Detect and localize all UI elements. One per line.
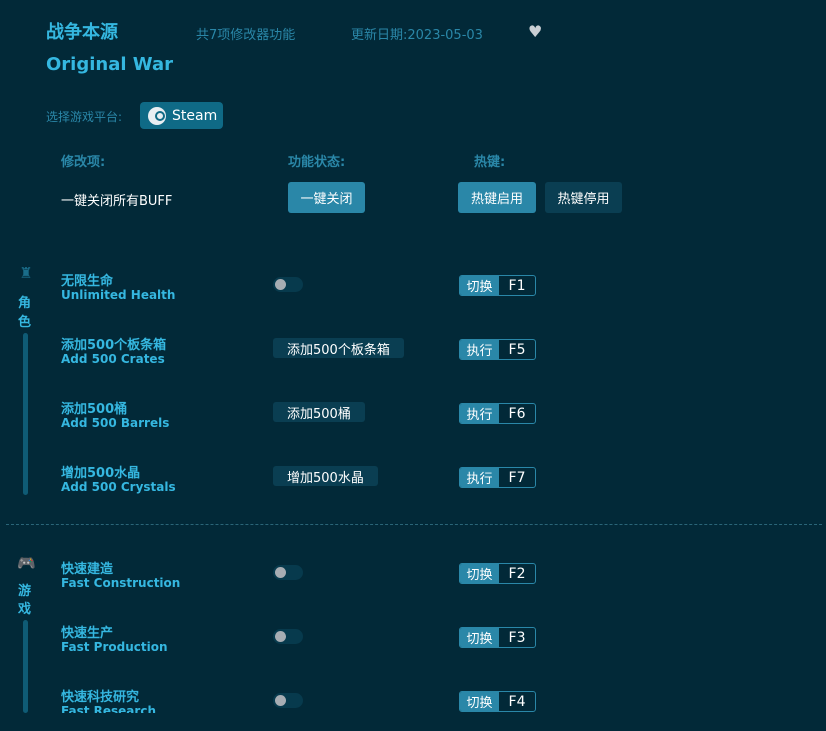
hotkey-key: F3 <box>499 628 535 647</box>
action-button[interactable]: 添加500桶 <box>273 402 365 422</box>
game-title-en: Original War <box>46 54 173 75</box>
item-name-en: Fast Construction <box>61 576 180 590</box>
section-label: 戏 <box>18 598 31 617</box>
section-scrollbar[interactable] <box>23 333 28 495</box>
item-name-en: Unlimited Health <box>61 288 175 302</box>
hotkey-key: F2 <box>499 564 535 583</box>
gamepad-icon: 🎮 <box>17 554 35 570</box>
item-name-en: Add 500 Crystals <box>61 480 176 494</box>
hotkey-box[interactable]: 执行F5 <box>459 339 536 360</box>
feature-toggle[interactable] <box>273 693 303 708</box>
hotkey-key: F1 <box>499 276 535 295</box>
hotkey-box[interactable]: 切换F3 <box>459 627 536 648</box>
action-button[interactable]: 增加500水晶 <box>273 466 378 486</box>
hotkey-box[interactable]: 切换F2 <box>459 563 536 584</box>
character-icon: ♜ <box>17 264 35 280</box>
feature-count: 共7项修改器功能 <box>196 24 295 43</box>
item-name-cn: 增加500水晶 <box>61 462 140 481</box>
column-item: 修改项: <box>61 151 105 170</box>
steam-icon <box>148 107 166 125</box>
close-all-button[interactable]: 一键关闭 <box>288 182 365 213</box>
item-name-cn: 快速建造 <box>61 558 113 577</box>
hotkey-disable-button[interactable]: 热键停用 <box>545 182 622 213</box>
hotkey-box[interactable]: 切换F1 <box>459 275 536 296</box>
item-name-cn: 无限生命 <box>61 270 113 289</box>
hotkey-mode: 执行 <box>460 404 499 423</box>
hotkey-mode: 执行 <box>460 340 499 359</box>
hotkey-box[interactable]: 执行F7 <box>459 467 536 488</box>
hotkey-box[interactable]: 执行F6 <box>459 403 536 424</box>
hotkey-mode: 切换 <box>460 564 499 583</box>
item-name-en: Add 500 Barrels <box>61 416 169 430</box>
steam-label: Steam <box>172 108 217 124</box>
heart-icon[interactable]: ♥ <box>528 22 542 41</box>
item-name-en: Fast Production <box>61 640 168 654</box>
feature-toggle[interactable] <box>273 277 303 292</box>
column-hotkey: 热键: <box>474 151 505 170</box>
hotkey-key: F4 <box>499 692 535 711</box>
section-label: 角 <box>18 292 31 311</box>
hotkey-box[interactable]: 切换F4 <box>459 691 536 712</box>
section-divider <box>6 524 822 525</box>
steam-platform-button[interactable]: Steam <box>140 102 223 129</box>
item-name-cn: 快速生产 <box>61 622 113 641</box>
section-scrollbar[interactable] <box>23 620 28 713</box>
feature-toggle[interactable] <box>273 629 303 644</box>
hotkey-mode: 切换 <box>460 628 499 647</box>
section-label: 色 <box>18 311 31 330</box>
hotkey-key: F7 <box>499 468 535 487</box>
hotkey-mode: 切换 <box>460 276 499 295</box>
section-label: 游 <box>18 580 31 599</box>
hotkey-mode: 切换 <box>460 692 499 711</box>
item-name-en: Add 500 Crates <box>61 352 165 366</box>
item-name-cn: 快速科技研究 <box>61 686 139 705</box>
feature-toggle[interactable] <box>273 565 303 580</box>
hotkey-mode: 执行 <box>460 468 499 487</box>
action-button[interactable]: 添加500个板条箱 <box>273 338 404 358</box>
bottom-mask <box>0 713 826 731</box>
close-all-buff-label: 一键关闭所有BUFF <box>61 190 172 209</box>
hotkey-enable-button[interactable]: 热键启用 <box>458 182 536 213</box>
item-name-cn: 添加500桶 <box>61 398 127 417</box>
column-status: 功能状态: <box>288 151 345 170</box>
item-name-cn: 添加500个板条箱 <box>61 334 166 353</box>
hotkey-key: F5 <box>499 340 535 359</box>
game-title-cn: 战争本源 <box>46 18 118 44</box>
hotkey-key: F6 <box>499 404 535 423</box>
platform-label: 选择游戏平台: <box>46 108 122 125</box>
update-date: 更新日期:2023-05-03 <box>351 24 483 43</box>
